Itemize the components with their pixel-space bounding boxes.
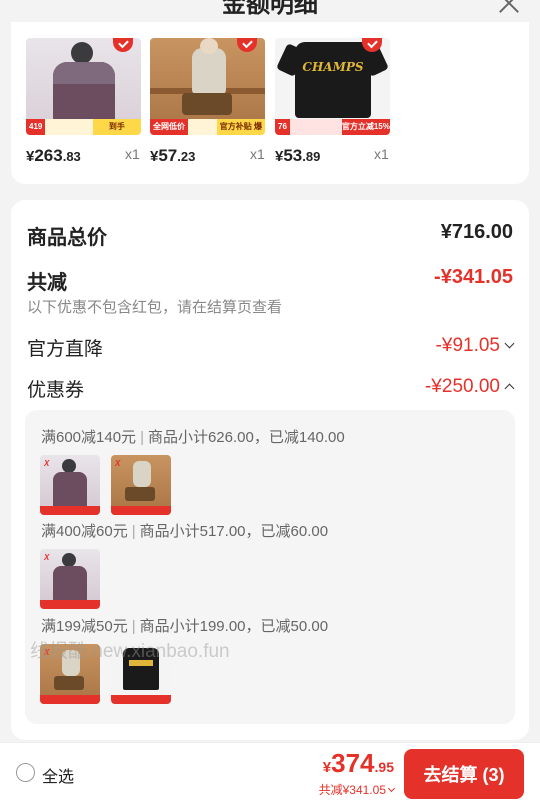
brand-logo-icon: X — [44, 553, 50, 562]
promo-strip-left: 419 — [26, 119, 46, 135]
tier-product-thumb[interactable]: X — [111, 455, 171, 515]
checkout-button[interactable]: 去结算 (3) — [404, 749, 524, 799]
coupon-tier: 满400减60元 | 商品小计517.00，已减60.00 — [41, 520, 328, 541]
total-dec: .95 — [374, 759, 394, 775]
tier-rule: 满400减60元 — [41, 523, 128, 540]
promo-strip: 419 到手 — [26, 119, 141, 135]
total-saved: 共减¥341.05 — [318, 783, 386, 797]
total-price: ¥374.95 — [323, 748, 394, 779]
price-int: 57 — [158, 146, 178, 165]
tier-detail: 商品小计626.00，已减140.00 — [147, 429, 345, 446]
discount-label: 共减 — [27, 272, 67, 294]
coupon-detail-panel: 满600减140元 | 商品小计626.00，已减140.00 X X 满400减6… — [25, 410, 515, 724]
shirt-shape — [295, 42, 371, 118]
product-price: ¥53.89 — [275, 146, 320, 166]
thumb-strip — [111, 695, 171, 704]
discount-note: 以下优惠不包含红包，请在结算页查看 — [27, 299, 283, 316]
product-image[interactable]: 419 到手 — [26, 38, 141, 135]
product-qty: x1 — [250, 146, 265, 162]
coupon-toggle[interactable]: -¥250.00 — [424, 376, 515, 398]
price-int: 53 — [283, 146, 303, 165]
close-icon[interactable] — [494, 0, 522, 18]
total-symbol: ¥ — [322, 759, 332, 776]
promo-strip-right: 到手 — [92, 119, 141, 135]
promo-strip-left: 76 — [275, 119, 290, 135]
tier-detail: 商品小计199.00，已减50.00 — [139, 618, 329, 635]
thumb-strip — [111, 506, 171, 515]
total-label: 商品总价 — [27, 227, 107, 249]
model-body — [192, 48, 226, 94]
tier-separator: | — [131, 618, 136, 635]
model-head — [71, 42, 93, 64]
price-dec: .89 — [302, 149, 321, 164]
promo-strip: 76 官方立减15% — [275, 119, 390, 135]
brand-logo-icon: X — [44, 459, 50, 468]
total-saved-toggle[interactable]: 共减¥341.05 — [318, 781, 396, 798]
page-title: 金额明细 — [222, 0, 318, 18]
price-dec: .23 — [177, 149, 196, 164]
discount-value: -¥341.05 — [434, 266, 513, 288]
coupon-tier: 满600减140元 | 商品小计626.00，已减140.00 — [41, 426, 345, 447]
watermark: 线报酷 new.xianbao.fun — [30, 641, 230, 662]
tier-separator: | — [140, 429, 144, 446]
check-badge-icon — [237, 38, 257, 52]
model-head — [200, 38, 218, 54]
product-image[interactable]: CHAMPS 76 官方立减15% — [275, 38, 390, 135]
coupon-value: -¥250.00 — [424, 376, 500, 397]
official-discount-toggle[interactable]: -¥91.05 — [435, 335, 515, 357]
tier-product-thumb[interactable]: X — [40, 549, 100, 609]
product-qty: x1 — [125, 146, 140, 162]
product-card: 419 到手 全网低价 官方补贴 爆款直降 CHAMPS 76 官方立减15% … — [11, 22, 529, 184]
coupon-tier: 满199减50元 | 商品小计199.00，已减50.00 — [41, 615, 328, 636]
total-int: 374 — [331, 748, 375, 778]
select-all-label[interactable]: 全选 — [42, 763, 74, 787]
brand-logo-icon: X — [115, 459, 121, 468]
product-price: ¥57.23 — [150, 146, 195, 166]
thumb-strip — [40, 506, 100, 515]
check-badge-icon — [113, 38, 133, 52]
promo-strip-right: 官方立减15% — [341, 119, 390, 135]
checkout-bar: 全选 ¥374.95 共减¥341.05 去结算 (3) — [0, 742, 540, 802]
tier-product-thumb[interactable]: X — [40, 455, 100, 515]
total-value: ¥716.00 — [440, 221, 513, 243]
chevron-down-icon — [387, 784, 396, 793]
select-all-radio[interactable] — [16, 763, 35, 782]
promo-strip: 全网低价 官方补贴 爆款直降 — [150, 119, 265, 135]
promo-strip-right: 官方补贴 爆款直降 — [216, 119, 265, 135]
official-discount-label: 官方直降 — [27, 339, 104, 360]
official-discount-value: -¥91.05 — [435, 335, 500, 356]
tier-detail: 商品小计517.00，已减60.00 — [139, 523, 329, 540]
tier-rule: 满600减140元 — [41, 429, 137, 446]
product-qty: x1 — [374, 146, 389, 162]
product-image[interactable]: 全网低价 官方补贴 爆款直降 — [150, 38, 265, 135]
coupon-label: 优惠券 — [27, 380, 85, 401]
promo-strip-left: 全网低价 — [150, 119, 188, 135]
chevron-up-icon — [504, 383, 515, 394]
thumb-strip — [40, 600, 100, 609]
chevron-down-icon — [504, 338, 515, 349]
price-dec: .83 — [62, 149, 81, 164]
tier-separator: | — [131, 523, 136, 540]
jacket-yoke — [53, 62, 115, 84]
thumb-strip — [40, 695, 100, 704]
model-legs — [182, 93, 232, 115]
price-int: 263 — [34, 146, 63, 165]
product-price: ¥263.83 — [26, 146, 81, 166]
title-bar: 金额明细 — [0, 0, 540, 22]
tier-rule: 满199减50元 — [41, 618, 128, 635]
shirt-print: CHAMPS — [302, 60, 364, 74]
